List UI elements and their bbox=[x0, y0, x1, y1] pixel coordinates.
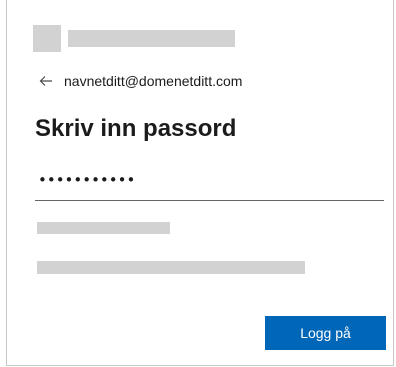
page-title: Skriv inn passord bbox=[35, 115, 237, 142]
identity-email: navnetditt@domenetditt.com bbox=[64, 73, 243, 89]
arrow-left-icon[interactable] bbox=[36, 71, 56, 91]
sign-in-button[interactable]: Logg på bbox=[265, 316, 386, 350]
forgot-password-link-redacted[interactable] bbox=[37, 222, 170, 234]
company-name-redacted bbox=[68, 30, 235, 47]
other-signin-link-redacted[interactable] bbox=[37, 261, 305, 274]
company-logo-image bbox=[33, 25, 61, 52]
sign-in-card: navnetditt@domenetditt.com Skriv inn pas… bbox=[6, 0, 394, 366]
identity-row: navnetditt@domenetditt.com bbox=[36, 70, 242, 92]
password-input[interactable] bbox=[35, 163, 384, 200]
password-field-wrapper bbox=[35, 163, 384, 201]
